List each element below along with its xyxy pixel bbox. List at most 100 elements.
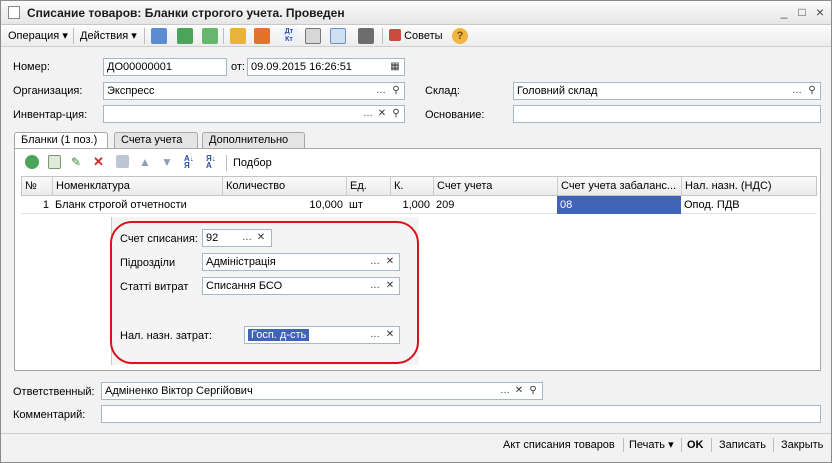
help-icon[interactable]: ? xyxy=(452,28,468,44)
column-header[interactable]: Счет учета xyxy=(434,177,558,195)
chevron-down-icon: ▾ xyxy=(131,30,137,42)
bottombar-divider xyxy=(773,438,774,452)
dtkt-icon[interactable]: Дт Кт xyxy=(280,28,298,44)
warehouse-label: Склад: xyxy=(425,85,460,97)
refresh-icon[interactable] xyxy=(177,28,193,44)
number-label: Номер: xyxy=(13,61,50,73)
search-icon[interactable]: ⚲ xyxy=(389,84,403,98)
print-label: Печать xyxy=(629,439,666,451)
chevron-down-icon: ▾ xyxy=(668,439,674,451)
inventory-label: Инвентар-ция: xyxy=(13,109,88,121)
inventory-field[interactable]: … ✕ ⚲ xyxy=(103,105,405,123)
bottom-command-bar: Акт списания товаров Печать ▾ OK Записат… xyxy=(1,433,831,455)
calendar-icon[interactable]: ▦ xyxy=(388,60,402,74)
row-quantity[interactable]: 10,000 xyxy=(222,196,346,214)
act-writeoff-button[interactable]: Акт списания товаров xyxy=(503,438,615,452)
advice-button[interactable]: Советы xyxy=(389,28,443,44)
responsible-field[interactable]: Адміненко Віктор Сергійович … ✕ ⚲ xyxy=(101,382,543,400)
select-dots-icon[interactable]: … xyxy=(498,384,512,398)
copy-icon[interactable] xyxy=(202,28,218,44)
table-row[interactable]: 1 Бланк строгой отчетности 10,000 шт 1,0… xyxy=(21,196,817,214)
number-field[interactable]: ДО00000001 xyxy=(103,58,227,76)
search-icon[interactable]: ⚲ xyxy=(805,84,819,98)
document-window: Списание товаров: Бланки строгого учета.… xyxy=(0,0,832,463)
column-header[interactable]: № xyxy=(22,177,53,195)
row-item[interactable]: Бланк строгой отчетности xyxy=(52,196,222,214)
copy-row-icon[interactable] xyxy=(48,155,61,169)
advice-icon xyxy=(389,29,401,41)
tab-additional[interactable]: Дополнительно xyxy=(202,132,305,149)
comment-label: Комментарий: xyxy=(13,409,86,421)
column-header[interactable]: Счет учета забаланс... xyxy=(558,177,682,195)
operation-menu-label: Операция xyxy=(8,30,60,42)
date-label: от: xyxy=(231,61,245,73)
minimize-button[interactable]: _ xyxy=(776,4,792,20)
command-toolbar: Операция ▾ Действия ▾ Дт Кт Советы ? xyxy=(1,25,831,47)
search-icon[interactable]: ⚲ xyxy=(389,107,403,121)
comment-field[interactable] xyxy=(101,405,821,423)
date-value: 09.09.2015 16:26:51 xyxy=(251,61,352,73)
column-header[interactable]: Количество xyxy=(223,177,347,195)
clear-icon[interactable]: ✕ xyxy=(375,107,389,121)
column-header[interactable]: Ед. xyxy=(347,177,391,195)
chevron-down-icon: ▾ xyxy=(62,30,68,42)
close-button[interactable]: Закрыть xyxy=(781,438,823,452)
structure-icon[interactable] xyxy=(330,28,346,44)
ok-button[interactable]: OK xyxy=(687,438,704,452)
save-row-icon[interactable] xyxy=(116,155,129,168)
select-dots-icon[interactable]: … xyxy=(374,84,388,98)
date-field[interactable]: 09.09.2015 16:26:51 ▦ xyxy=(247,58,405,76)
print-menu[interactable]: Печать ▾ xyxy=(629,438,674,452)
bottombar-divider xyxy=(681,438,682,452)
responsible-value: Адміненко Віктор Сергійович xyxy=(105,385,253,397)
title-bar: Списание товаров: Бланки строгого учета.… xyxy=(1,1,831,25)
delete-icon[interactable]: ✕ xyxy=(93,155,105,169)
close-window-button[interactable]: × xyxy=(812,4,828,20)
post-and-close-icon[interactable] xyxy=(151,28,167,44)
list-icon[interactable] xyxy=(358,28,374,44)
add-icon[interactable] xyxy=(25,155,39,169)
maximize-button[interactable]: □ xyxy=(794,4,810,20)
pick-button[interactable]: Подбор xyxy=(233,156,272,170)
number-value: ДО00000001 xyxy=(107,61,172,73)
tab-accounts[interactable]: Счета учета xyxy=(114,132,198,149)
toolbar-divider xyxy=(144,28,145,44)
toolbar-divider xyxy=(226,155,227,171)
toolbar-divider xyxy=(223,28,224,44)
column-header[interactable]: Нал. назн. (НДС) xyxy=(682,177,816,195)
responsible-label: Ответственный: xyxy=(13,386,95,398)
column-header[interactable]: К. xyxy=(391,177,434,195)
organization-label: Организация: xyxy=(13,85,83,97)
move-up-icon[interactable]: ▲ xyxy=(139,155,151,169)
toolbar-divider xyxy=(382,28,383,44)
row-tax-purpose[interactable]: Опод. ПДВ xyxy=(681,196,815,214)
unpost-document-icon[interactable] xyxy=(254,28,270,44)
select-dots-icon[interactable]: … xyxy=(790,84,804,98)
row-account[interactable]: 209 xyxy=(433,196,557,214)
column-header[interactable]: Номенклатура xyxy=(53,177,223,195)
search-icon[interactable]: ⚲ xyxy=(526,384,540,398)
organization-value: Экспресс xyxy=(107,85,155,97)
basis-label: Основание: xyxy=(425,109,485,121)
row-coefficient[interactable]: 1,000 xyxy=(390,196,433,214)
row-unit[interactable]: шт xyxy=(346,196,390,214)
actions-menu[interactable]: Действия ▾ xyxy=(80,28,137,44)
move-down-icon[interactable]: ▼ xyxy=(161,155,173,169)
clear-icon[interactable]: ✕ xyxy=(512,384,526,398)
organization-field[interactable]: Экспресс … ⚲ xyxy=(103,82,405,100)
row-offbalance-account[interactable]: 08 xyxy=(557,196,681,214)
basis-field[interactable] xyxy=(513,105,821,123)
save-button[interactable]: Записать xyxy=(719,438,766,452)
operation-menu[interactable]: Операция ▾ xyxy=(8,28,68,44)
journal-icon[interactable] xyxy=(305,28,321,44)
sort-desc-icon[interactable]: Я↓ A xyxy=(206,155,220,170)
window-title: Списание товаров: Бланки строгого учета.… xyxy=(27,6,345,20)
edit-icon[interactable]: ✎ xyxy=(71,155,83,169)
warehouse-value: Головний склад xyxy=(517,85,598,97)
row-number: 1 xyxy=(42,199,49,211)
post-document-icon[interactable] xyxy=(230,28,246,44)
select-dots-icon[interactable]: … xyxy=(361,107,375,121)
warehouse-field[interactable]: Головний склад … ⚲ xyxy=(513,82,821,100)
highlight-ring xyxy=(110,221,419,364)
sort-asc-icon[interactable]: A↓ Я xyxy=(184,155,198,170)
